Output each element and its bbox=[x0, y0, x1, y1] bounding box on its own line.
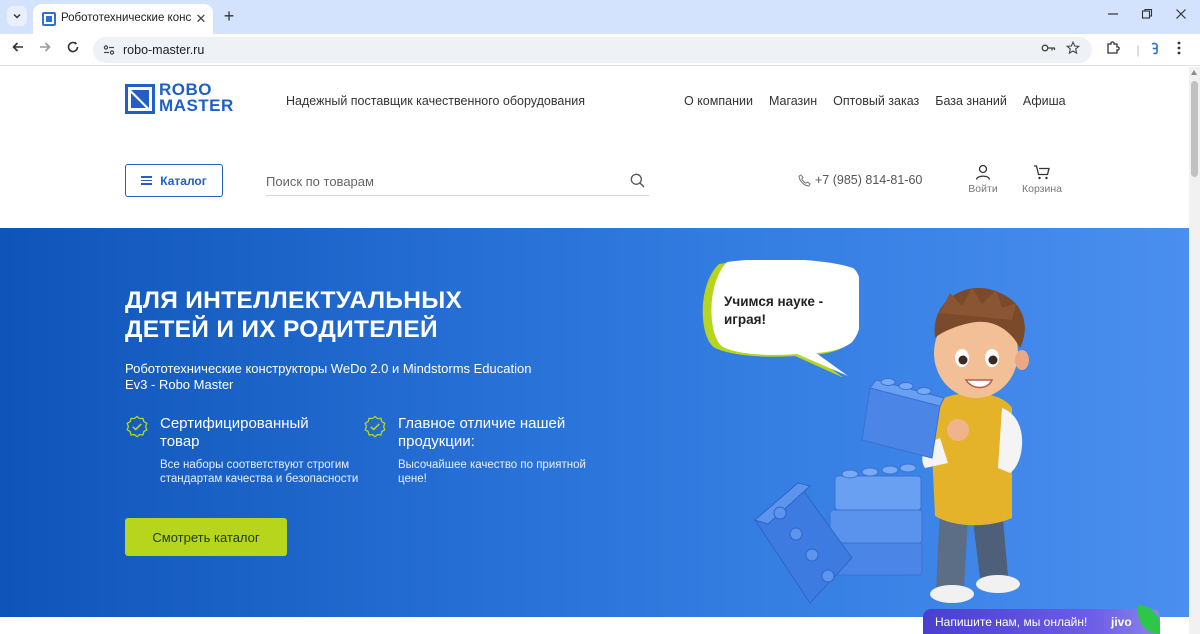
restore-icon[interactable] bbox=[1137, 6, 1157, 26]
kid-with-bricks-illustration bbox=[753, 288, 1029, 604]
window-close-icon[interactable] bbox=[1171, 6, 1191, 26]
page-scrollbar[interactable] bbox=[1189, 67, 1200, 634]
tab-title: Робототехнические конструкт bbox=[61, 12, 191, 24]
new-tab-button[interactable]: + bbox=[219, 6, 239, 26]
view-catalog-button[interactable]: Смотреть каталог bbox=[125, 518, 287, 556]
browser-toolbar: robo-master.ru | bbox=[0, 34, 1200, 66]
bookmark-star-icon[interactable] bbox=[1064, 40, 1082, 59]
extensions-puzzle-icon[interactable] bbox=[1103, 40, 1123, 60]
more-menu-icon[interactable] bbox=[1169, 40, 1189, 60]
cart-icon bbox=[1034, 165, 1050, 180]
nav-link-knowledge-base[interactable]: База знаний bbox=[935, 94, 1007, 108]
password-key-icon[interactable] bbox=[1040, 41, 1058, 59]
hero-subtitle: Робототехнические конструкторы WeDo 2.0 … bbox=[125, 361, 532, 392]
search-bar bbox=[266, 167, 649, 196]
scroll-up-arrow-icon[interactable] bbox=[1191, 70, 1197, 75]
list-icon bbox=[141, 176, 153, 185]
phone-number: +7 (985) 814-81-60 bbox=[815, 173, 923, 187]
feature-title: Главное отличие нашей продукции: bbox=[398, 415, 566, 450]
search-icon[interactable] bbox=[630, 173, 645, 188]
hero-banner: ДЛЯ ИНТЕЛЛЕКТУАЛЬНЫХ ДЕТЕЙ И ИХ РОДИТЕЛЕ… bbox=[0, 228, 1189, 617]
nav-link-events[interactable]: Афиша bbox=[1023, 94, 1066, 108]
catalog-button-label: Каталог bbox=[160, 173, 207, 188]
logo-line-master: MASTER bbox=[159, 96, 234, 115]
online-chat-widget[interactable]: Напишите нам, мы онлайн! jivo bbox=[923, 609, 1160, 634]
phone-icon bbox=[798, 173, 811, 187]
scrollbar-thumb[interactable] bbox=[1191, 81, 1198, 177]
reload-icon[interactable] bbox=[63, 40, 83, 60]
address-bar[interactable]: robo-master.ru bbox=[93, 37, 1092, 63]
tab-search-button[interactable] bbox=[7, 6, 27, 26]
site-tagline: Надежный поставщик качественного оборудо… bbox=[286, 94, 585, 108]
cart-button[interactable]: Корзина bbox=[1017, 164, 1067, 195]
check-badge-icon bbox=[364, 415, 386, 438]
check-badge-icon bbox=[126, 415, 148, 438]
tab-close-icon[interactable]: ✕ bbox=[193, 11, 209, 27]
search-input[interactable] bbox=[266, 169, 616, 193]
feature-title: Сертифицированный товар bbox=[160, 415, 309, 450]
login-label: Войти bbox=[968, 183, 998, 195]
minimize-icon[interactable] bbox=[1103, 6, 1123, 26]
forward-arrow-icon[interactable] bbox=[35, 40, 55, 60]
url-text[interactable]: robo-master.ru bbox=[123, 43, 204, 57]
nav-link-wholesale[interactable]: Оптовый заказ bbox=[833, 94, 919, 108]
hero-title-line-2: ДЕТЕЙ И ИХ РОДИТЕЛЕЙ bbox=[125, 316, 438, 343]
cart-label: Корзина bbox=[1022, 183, 1062, 195]
hero-title-line-1: ДЛЯ ИНТЕЛЛЕКТУАЛЬНЫХ bbox=[125, 287, 463, 314]
site-settings-icon[interactable] bbox=[101, 42, 117, 58]
top-navigation: О компании Магазин Оптовый заказ База зн… bbox=[684, 94, 1066, 108]
feature-description: Все наборы соответствуют строгим стандар… bbox=[160, 459, 359, 485]
site-logo[interactable]: ROBO MASTER bbox=[125, 81, 245, 116]
hero-title: ДЛЯ ИНТЕЛЛЕКТУАЛЬНЫХ ДЕТЕЙ И ИХ РОДИТЕЛЕ… bbox=[125, 286, 545, 344]
login-button[interactable]: Войти bbox=[958, 164, 1008, 195]
page-content: ROBO MASTER Надежный поставщик качествен… bbox=[0, 67, 1189, 634]
yandex-extension-icon[interactable] bbox=[1145, 40, 1165, 60]
phone-contact[interactable]: +7 (985) 814-81-60 bbox=[798, 173, 922, 187]
chat-brand-logo: jivo bbox=[1111, 615, 1132, 629]
browser-tab-bar: Робототехнические конструкт ✕ + bbox=[0, 0, 1200, 34]
feature-description: Высочайшее качество по приятной цене! bbox=[398, 459, 586, 485]
nav-link-about[interactable]: О компании bbox=[684, 94, 753, 108]
chevron-down-icon bbox=[13, 13, 21, 19]
back-arrow-icon[interactable] bbox=[8, 40, 28, 60]
catalog-button[interactable]: Каталог bbox=[125, 164, 223, 197]
logo-square-icon bbox=[125, 84, 155, 114]
brick-held bbox=[861, 378, 945, 459]
nav-link-shop[interactable]: Магазин bbox=[769, 94, 817, 108]
browser-tab-active[interactable]: Робототехнические конструкт ✕ bbox=[33, 4, 213, 34]
site-favicon-icon bbox=[42, 12, 56, 26]
user-icon bbox=[975, 164, 991, 180]
logo-text: ROBO MASTER bbox=[159, 81, 234, 115]
chat-widget-text: Напишите нам, мы онлайн! bbox=[935, 615, 1088, 629]
